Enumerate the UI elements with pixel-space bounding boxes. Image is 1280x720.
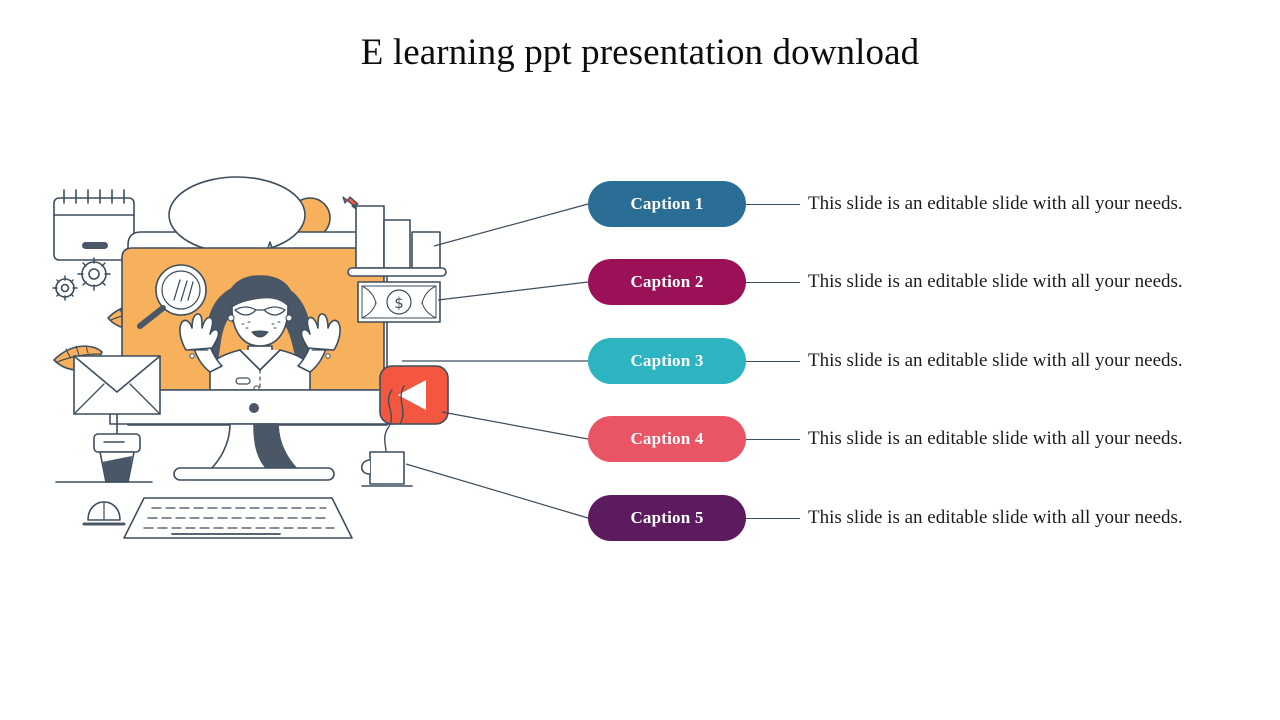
caption-label-1: Caption 1 bbox=[630, 194, 704, 213]
caption-description-4: This slide is an editable slide with all… bbox=[808, 428, 1183, 449]
slide-canvas: E learning ppt presentation download $ C… bbox=[0, 0, 1280, 720]
caption-row-4: Caption 4 This slide is an editable slid… bbox=[588, 416, 1183, 462]
caption-row-1: Caption 1 This slide is an editable slid… bbox=[588, 181, 1183, 227]
caption-description-1: This slide is an editable slide with all… bbox=[808, 193, 1183, 214]
connector-stub-5 bbox=[746, 517, 800, 519]
caption-description-5: This slide is an editable slide with all… bbox=[808, 507, 1183, 528]
caption-label-5: Caption 5 bbox=[630, 508, 704, 527]
caption-label-4: Caption 4 bbox=[630, 429, 704, 448]
caption-label-2: Caption 2 bbox=[630, 272, 704, 291]
connector-stub-3 bbox=[746, 360, 800, 362]
caption-label-3: Caption 3 bbox=[630, 351, 704, 370]
caption-row-2: Caption 2 This slide is an editable slid… bbox=[588, 259, 1183, 305]
connector-stub-2 bbox=[746, 281, 800, 283]
caption-pill-3[interactable]: Caption 3 bbox=[588, 338, 746, 384]
caption-description-2: This slide is an editable slide with all… bbox=[808, 271, 1183, 292]
connector-stub-4 bbox=[746, 438, 800, 440]
caption-pill-1[interactable]: Caption 1 bbox=[588, 181, 746, 227]
caption-row-5: Caption 5 This slide is an editable slid… bbox=[588, 495, 1183, 541]
caption-row-3: Caption 3 This slide is an editable slid… bbox=[588, 338, 1183, 384]
caption-description-3: This slide is an editable slide with all… bbox=[808, 350, 1183, 371]
connector-stub-1 bbox=[746, 203, 800, 205]
caption-pill-2[interactable]: Caption 2 bbox=[588, 259, 746, 305]
caption-rows: Caption 1 This slide is an editable slid… bbox=[0, 0, 1280, 720]
caption-pill-4[interactable]: Caption 4 bbox=[588, 416, 746, 462]
caption-pill-5[interactable]: Caption 5 bbox=[588, 495, 746, 541]
